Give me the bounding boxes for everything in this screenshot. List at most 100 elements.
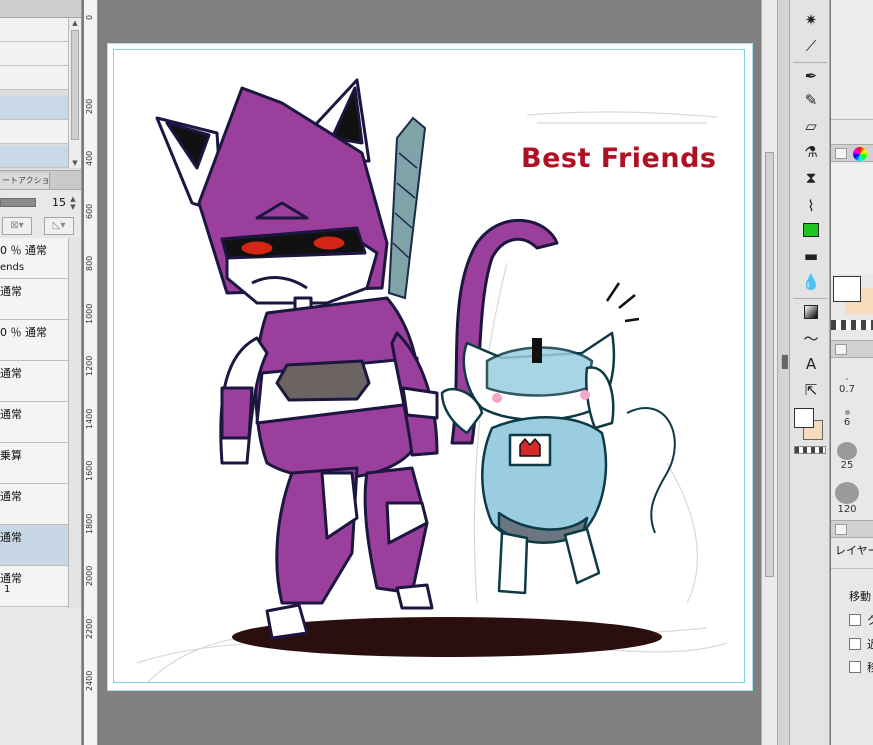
ruler-label: 1400 [85,408,94,429]
property-row-selected[interactable] [0,96,68,120]
scroll-up-icon[interactable]: ▲ [71,19,79,27]
eraser-icon[interactable]: ▱ [796,114,826,138]
brush-size-option[interactable]: 0.7 [831,378,863,414]
layer-item-selected[interactable]: 通常 [0,525,68,566]
layer-item[interactable]: 通常 [0,361,68,402]
gradient-icon[interactable] [796,300,826,324]
opacity-slider[interactable] [0,198,36,207]
blend-icon[interactable]: ⧗ [796,166,826,190]
brush-size-option[interactable]: 6 [831,410,863,446]
brush-size-label: 6 [843,417,851,428]
layer-blend-mode: 通常 [0,490,22,503]
scroll-thumb[interactable] [71,30,79,140]
app-window: ▲ ▼ ートアクション 15 ▲▼ ⊠▾ ◺▾ 0 ％ 通常 ends 通常 [0,0,873,745]
transparent-color-swatch[interactable] [794,446,826,454]
property-scrollbar[interactable]: ▲ ▼ [68,18,81,168]
layer-item[interactable]: 通常 [0,484,68,525]
option-checkbox[interactable] [849,638,861,650]
property-row[interactable] [0,42,68,66]
property-row[interactable] [0,66,68,90]
layer-item[interactable]: 通常 [0,402,68,443]
right-panel: 0.7 6 25 120 レイヤー 移動 ク 近 移 [831,0,873,745]
curve-icon[interactable]: 〜 [796,326,826,350]
panel-divider [831,568,873,569]
drops-icon[interactable]: 💧 [796,270,826,294]
select-arrow-icon[interactable]: ⇱ [796,378,826,402]
pencil-icon[interactable]: ✎ [796,88,826,112]
layer-property-label: レイヤー [835,544,873,557]
text-icon[interactable]: A [796,352,826,376]
foreground-color-swatch[interactable] [833,276,861,302]
brush-dot-icon [837,442,857,460]
property-row-selected[interactable] [0,146,68,168]
brush-size-option[interactable]: 120 [831,482,863,518]
property-row[interactable] [0,18,68,42]
tool-separator [793,298,827,299]
canvas-paper[interactable]: Best Friends [107,43,753,691]
dock-splitter[interactable]: ■ ■ ■ [777,0,789,745]
splitter-grip-icon[interactable]: ■ ■ ■ [781,354,789,370]
tool-palette: ✷ ⟋ ✒ ✎ ▱ ⚗ ⧗ ⌇ ▬ 💧 〜 A ⇱ [789,0,830,745]
opacity-row: 15 ▲ ▼ [0,192,81,214]
option-checkbox[interactable] [849,661,861,673]
ruler-label: 600 [85,203,94,219]
brush-size-option[interactable]: 25 [831,442,863,478]
layer-blend-mode: 0 ％ 通常 [0,326,47,339]
pen-icon[interactable]: ✒ [796,64,826,88]
navigator-panel [831,0,873,120]
ruler-label: 2200 [85,618,94,639]
layer-item[interactable]: 乗算 [0,443,68,484]
canvas-area[interactable]: Best Friends [99,0,761,745]
sparkle-icon[interactable]: ✷ [796,8,826,32]
panel-menu-icon[interactable] [835,524,847,535]
ruler-label: 1200 [85,355,94,376]
canvas-vertical-scrollbar[interactable] [761,0,777,745]
brush-icon[interactable]: ⌇ [796,194,826,218]
ruler-label: 1000 [85,303,94,324]
option-checkbox[interactable] [849,614,861,626]
layer-item[interactable]: 通常 1 [0,566,68,607]
color-wheel-icon[interactable] [853,147,867,161]
canvas-scroll-thumb[interactable] [765,152,774,577]
light-blue-cat [440,331,676,595]
eyedropper-icon[interactable]: ⟋ [796,34,826,58]
ruler-label: 800 [85,255,94,271]
ruler-label: 1600 [85,460,94,481]
layer-item[interactable]: 0 ％ 通常 ends [0,238,68,279]
layer-mask-button[interactable]: ⊠▾ [2,217,32,235]
tab-auto-action[interactable]: ートアクション [0,173,50,189]
move-label: 移動 [849,590,871,603]
panel-menu-icon[interactable] [835,148,847,159]
layer-blend-mode: 0 ％ 通常 [0,244,47,257]
layer-item[interactable]: 通常 [0,279,68,320]
brush-size-label: 25 [840,460,854,471]
layer-list-scrollbar[interactable] [68,238,81,608]
line-icon[interactable]: ▬ [796,244,826,268]
layer-name: 1 [4,584,11,595]
layer-clip-button[interactable]: ◺▾ [44,217,74,235]
fill-tool-icon[interactable] [796,218,826,242]
color-panel-body[interactable] [831,164,873,274]
brush-size-panel-header [831,340,873,358]
brush-size-label: 0.7 [839,384,855,395]
layer-panel-bottom [0,608,81,745]
ruler-label: 2000 [85,565,94,586]
opacity-value[interactable]: 15 [46,196,66,209]
fill-bucket-icon[interactable]: ⚗ [796,140,826,164]
opacity-spinner-icon[interactable]: ▲ ▼ [68,195,78,211]
artwork [136,78,728,684]
scroll-down-icon[interactable]: ▼ [71,159,79,167]
layer-blend-mode: 通常 [0,285,22,298]
property-row[interactable] [0,120,68,144]
sword [387,116,427,300]
panel-menu-icon[interactable] [835,344,847,355]
layer-item[interactable]: 0 ％ 通常 [0,320,68,361]
foreground-color-swatch[interactable] [794,408,814,428]
ruler-label: 2400 [85,670,94,691]
option-checkbox-label: 移 [867,661,873,674]
transparent-color-swatch[interactable] [831,320,873,330]
ruler-label: 400 [85,150,94,166]
ruler-label: 1800 [85,513,94,534]
layer-toolbar: ⊠▾ ◺▾ [0,214,81,238]
brush-dot-icon [846,378,848,380]
